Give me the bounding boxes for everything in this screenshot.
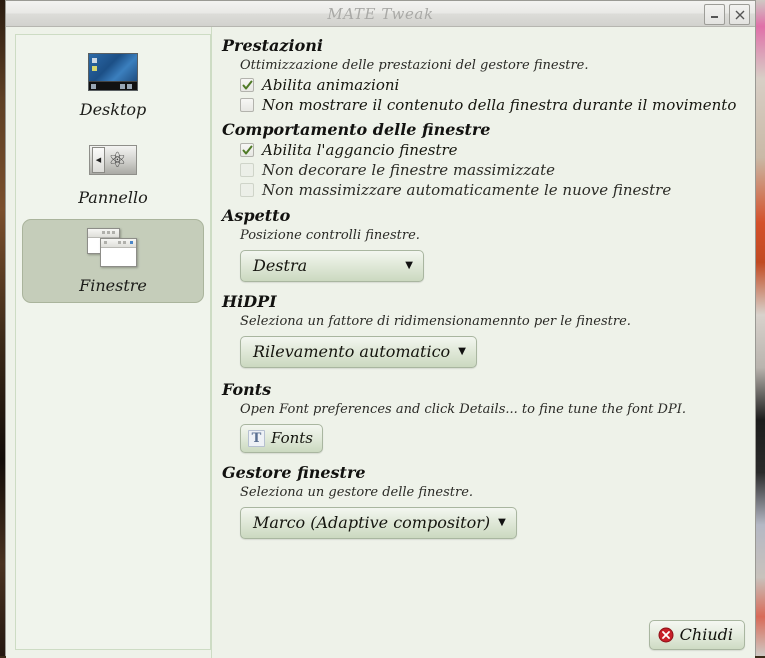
dropdown-value: Destra: [253, 256, 307, 275]
sidebar-item-desktop[interactable]: Desktop: [22, 43, 204, 127]
checkbox-row-no-window-content-while-moving[interactable]: Non mostrare il contenuto della finestra…: [240, 96, 755, 114]
titlebar-button-group: [704, 4, 750, 25]
checkbox-label: Non massimizzare automaticamente le nuov…: [262, 181, 671, 199]
chevron-down-icon: ▼: [498, 518, 506, 528]
sidebar-item-finestre[interactable]: Finestre: [22, 219, 204, 303]
section-description-fonts: Open Font preferences and click Details.…: [240, 402, 755, 417]
windows-stack-icon: [87, 226, 139, 270]
section-heading-window-manager: Gestore finestre: [222, 463, 755, 482]
section-heading-fonts: Fonts: [222, 380, 755, 399]
window-body: Desktop ◀ ⚛ Pannello: [6, 27, 755, 658]
checkbox-row-undecorate-maximized-windows[interactable]: Non decorare le finestre massimizzate: [240, 161, 755, 179]
section-heading-behaviour: Comportamento delle finestre: [222, 120, 755, 139]
checkbox-unchecked-icon[interactable]: [240, 98, 254, 112]
font-t-icon: T: [248, 430, 265, 447]
dropdown-value: Rilevamento automatico: [253, 342, 450, 361]
dropdown-hidpi-scaling-factor[interactable]: Rilevamento automatico ▼: [240, 336, 477, 368]
section-heading-performance: Prestazioni: [222, 36, 755, 55]
checkbox-label: Abilita l'aggancio finestre: [262, 141, 458, 159]
checkbox-label: Non mostrare il contenuto della finestra…: [262, 96, 736, 114]
mate-tweak-window: MATE Tweak: [5, 0, 756, 656]
titlebar[interactable]: MATE Tweak: [6, 1, 755, 27]
sidebar-item-label: Finestre: [79, 276, 147, 295]
chevron-down-icon: ▼: [405, 261, 413, 271]
checkbox-checked-icon[interactable]: [240, 143, 254, 157]
checkbox-row-enable-window-snapping[interactable]: Abilita l'aggancio finestre: [240, 141, 755, 159]
minimize-icon: [709, 9, 720, 20]
dropdown-window-manager[interactable]: Marco (Adaptive compositor) ▼: [240, 507, 517, 539]
section-heading-hidpi: HiDPI: [222, 292, 755, 311]
checkbox-label: Abilita animazioni: [262, 76, 399, 94]
footer-button-bar: Chiudi: [649, 620, 745, 650]
settings-content-pane: Prestazioni Ottimizzazione delle prestaz…: [211, 27, 755, 658]
sidebar-item-label: Pannello: [78, 188, 148, 207]
window-title: MATE Tweak: [327, 5, 433, 23]
section-description-performance: Ottimizzazione delle prestazioni del ges…: [240, 58, 755, 73]
sidebar-item-pannello[interactable]: ◀ ⚛ Pannello: [22, 131, 204, 215]
minimize-button[interactable]: [704, 4, 725, 25]
section-description-hidpi: Seleziona un fattore di ridimensionamenn…: [240, 314, 755, 329]
checkbox-row-enable-animations[interactable]: Abilita animazioni: [240, 76, 755, 94]
close-icon: [734, 9, 746, 21]
checkbox-label: Non decorare le finestre massimizzate: [262, 161, 555, 179]
sidebar-item-label: Desktop: [80, 100, 147, 119]
close-button-label: Chiudi: [680, 625, 733, 644]
close-window-button[interactable]: [729, 4, 750, 25]
fonts-button-label: Fonts: [271, 429, 313, 447]
checkbox-unchecked-icon[interactable]: [240, 163, 254, 177]
chevron-down-icon: ▼: [458, 347, 466, 357]
sidebar: Desktop ◀ ⚛ Pannello: [15, 34, 211, 650]
desktop-right-edge: [756, 0, 765, 656]
section-description-window-manager: Seleziona un gestore delle finestre.: [240, 485, 755, 500]
section-heading-appearance: Aspetto: [222, 206, 755, 225]
checkmark-icon: [242, 145, 253, 156]
checkbox-unchecked-icon[interactable]: [240, 183, 254, 197]
checkmark-icon: [242, 80, 253, 91]
section-description-appearance: Posizione controlli finestre.: [240, 228, 755, 243]
dropdown-window-controls-position[interactable]: Destra ▼: [240, 250, 424, 282]
dropdown-value: Marco (Adaptive compositor): [253, 513, 490, 532]
close-button[interactable]: Chiudi: [649, 620, 745, 650]
fonts-button[interactable]: T Fonts: [240, 424, 323, 453]
error-circle-x-icon: [658, 627, 674, 643]
checkbox-checked-icon[interactable]: [240, 78, 254, 92]
desktop-thumbnail-icon: [88, 50, 138, 94]
checkbox-row-no-auto-maximize-new-windows[interactable]: Non massimizzare automaticamente le nuov…: [240, 181, 755, 199]
panel-icon: ◀ ⚛: [89, 138, 137, 182]
